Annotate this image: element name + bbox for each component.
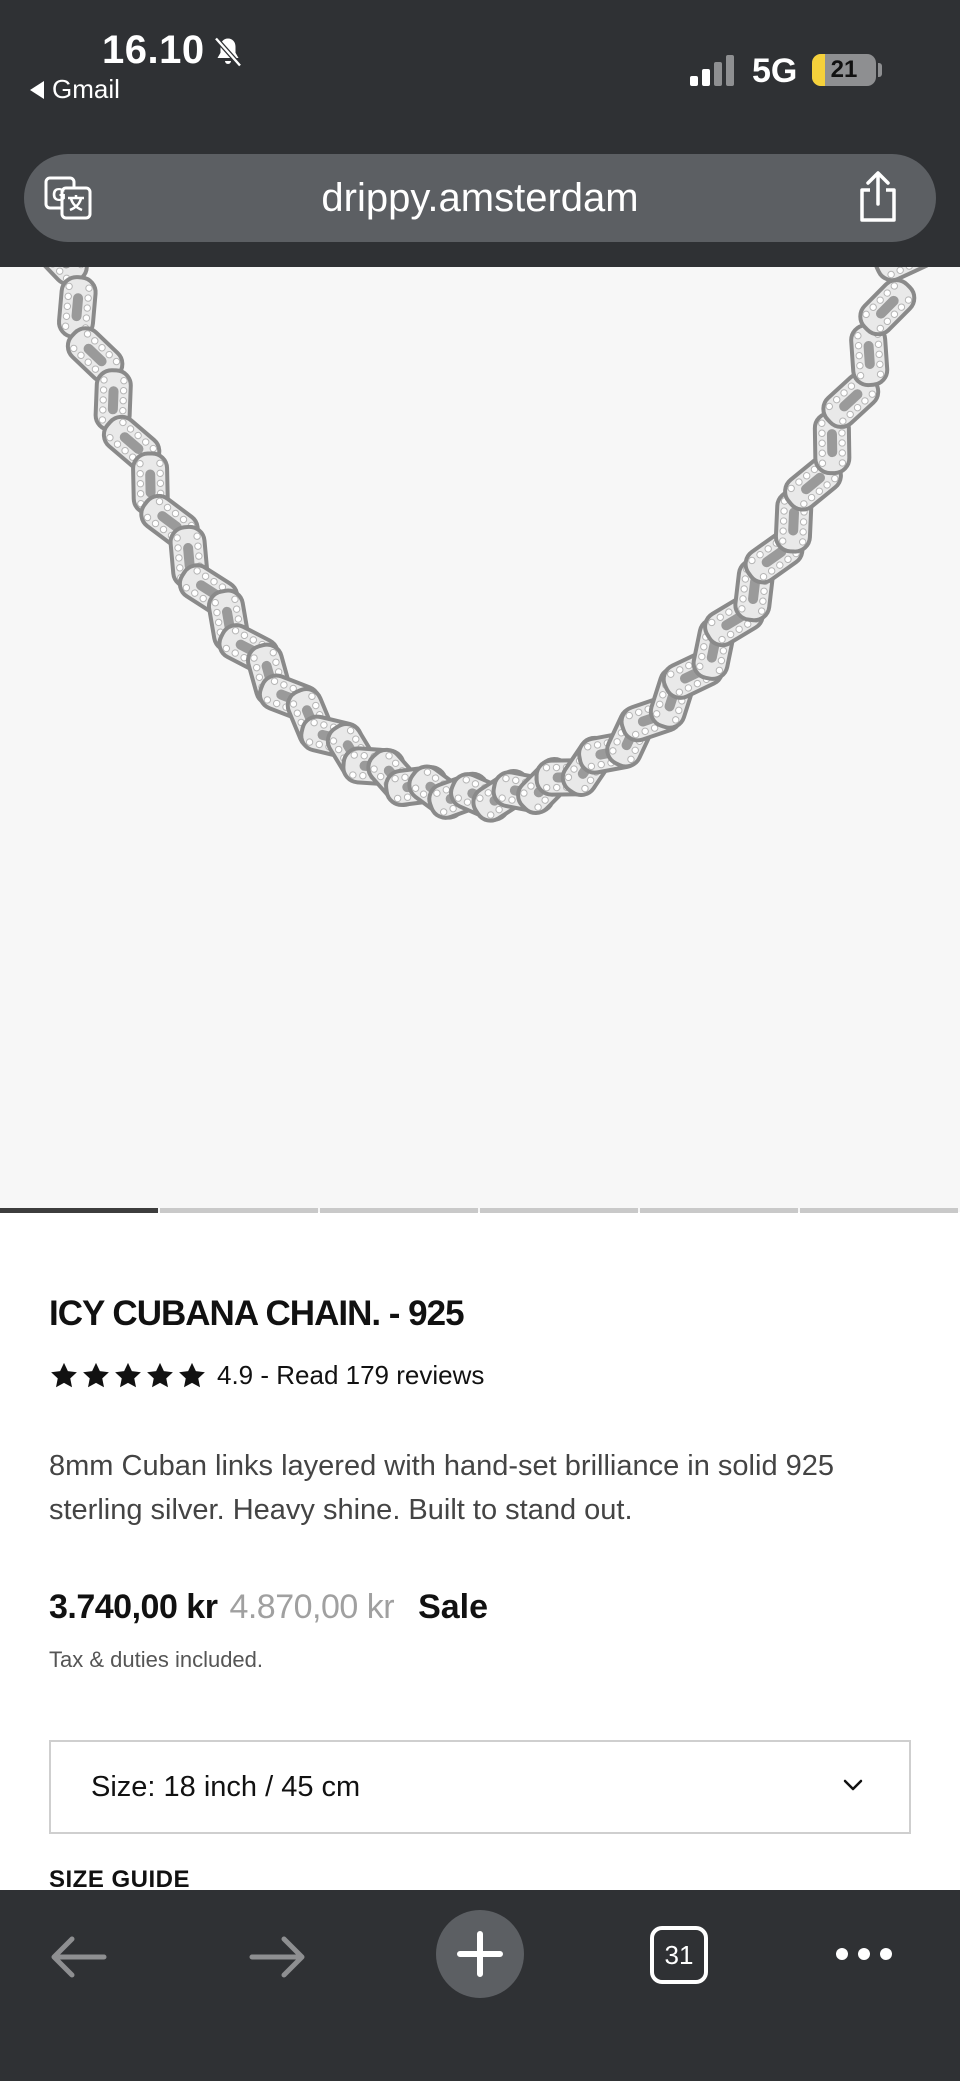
price-row: 3.740,00 kr 4.870,00 kr Sale (49, 1588, 488, 1627)
url-text: drippy.amsterdam (321, 176, 639, 220)
battery-percent: 21 (830, 56, 858, 83)
back-app-label: Gmail (52, 74, 120, 104)
star-icon (115, 1362, 141, 1387)
back-triangle-icon (30, 80, 44, 99)
pager-segment (160, 1208, 318, 1213)
pager-segment (480, 1208, 638, 1213)
new-tab-button[interactable] (436, 1910, 524, 1998)
pager-segment (640, 1208, 798, 1213)
tax-note: Tax & duties included. (49, 1647, 264, 1672)
size-select[interactable]: Size: 18 inch / 45 cm (49, 1740, 911, 1834)
back-to-app-link[interactable]: Gmail (30, 74, 120, 105)
browser-bottom-toolbar: 31 (0, 1890, 960, 2081)
plus-icon (457, 1931, 503, 1977)
tabs-button[interactable]: 31 (650, 1926, 708, 1984)
bell-muted-icon (214, 36, 242, 68)
sale-badge: Sale (418, 1588, 489, 1626)
product-title: ICY CUBANA CHAIN. - 925 (49, 1294, 465, 1333)
rating-row[interactable]: 4.9 - Read 179 reviews (49, 1360, 484, 1391)
star-icon (179, 1362, 205, 1387)
back-arrow-icon[interactable] (48, 1932, 108, 1982)
battery-indicator: 21 (812, 54, 876, 86)
pager-segment (800, 1208, 958, 1213)
network-type: 5G (752, 52, 798, 90)
gallery-pager (0, 1208, 960, 1213)
product-image (31, 267, 937, 823)
star-icon (147, 1362, 173, 1387)
current-price: 3.740,00 kr (49, 1588, 218, 1626)
star-rating (49, 1361, 207, 1391)
signal-icon (690, 55, 734, 86)
star-icon (83, 1362, 109, 1387)
status-time: 16.10 (102, 28, 205, 72)
star-icon (51, 1362, 77, 1387)
forward-arrow-icon[interactable] (248, 1932, 308, 1982)
pager-segment (320, 1208, 478, 1213)
size-select-value: Size: 18 inch / 45 cm (91, 1771, 361, 1803)
battery-tip (878, 63, 882, 77)
original-price: 4.870,00 kr (229, 1588, 395, 1626)
chevron-down-icon (843, 1779, 863, 1791)
share-icon[interactable] (856, 170, 900, 224)
product-image-gallery[interactable] (0, 267, 960, 1212)
address-bar[interactable]: G drippy.amsterdam (24, 154, 936, 242)
product-description: 8mm Cuban links layered with hand-set br… (49, 1450, 835, 1526)
reviews-link[interactable]: 4.9 - Read 179 reviews (217, 1360, 484, 1391)
more-icon[interactable] (834, 1944, 894, 1964)
browser-top-chrome: 16.10 Gmail 5G 21 G drippy.amsterdam (0, 0, 960, 267)
pager-segment (0, 1208, 158, 1213)
